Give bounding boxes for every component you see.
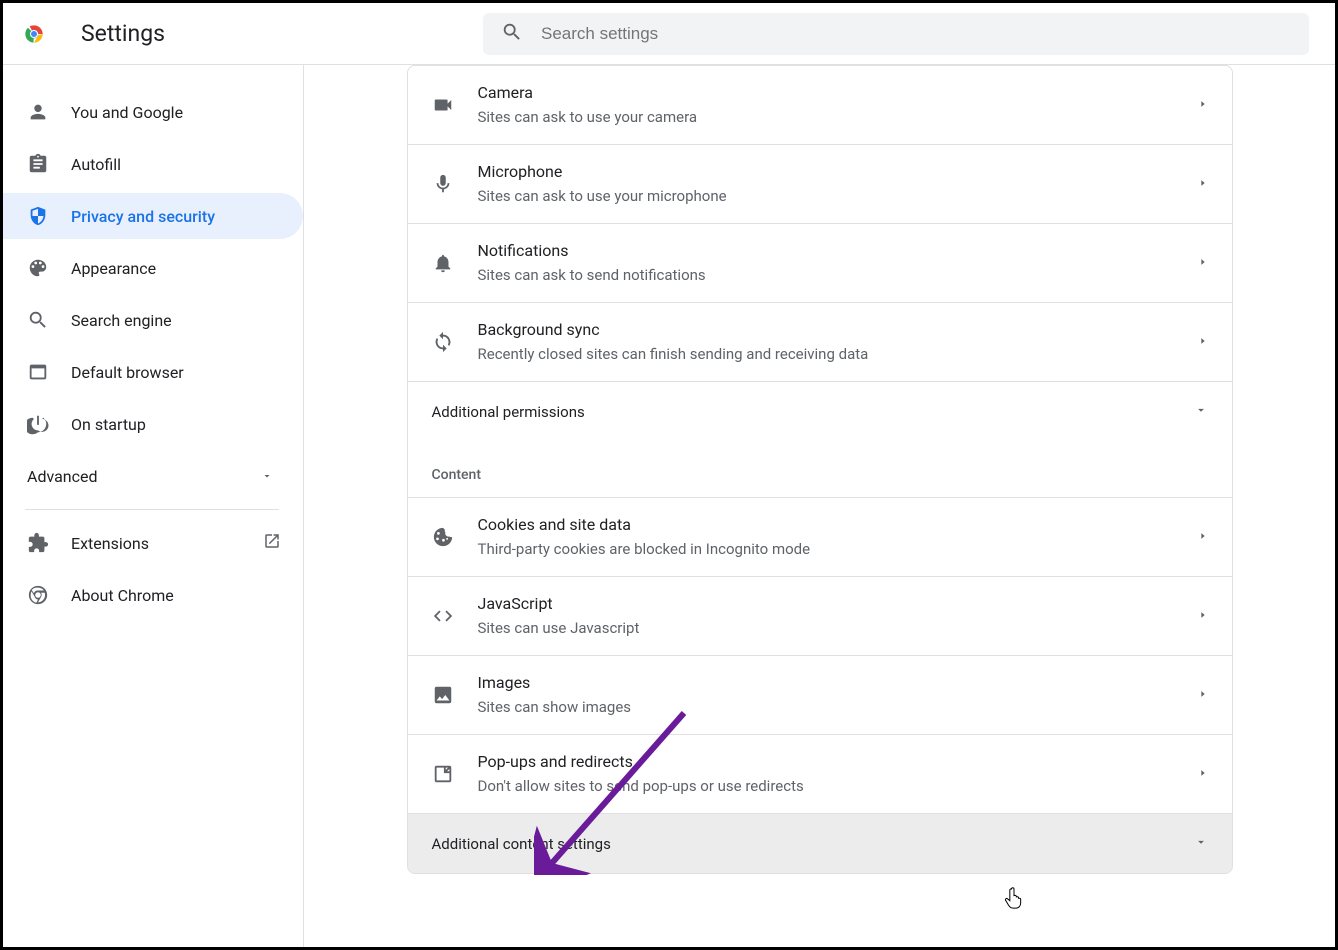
sidebar-item-appearance[interactable]: Appearance [3, 245, 303, 291]
setting-row-subtitle: Sites can ask to send notifications [478, 264, 1198, 286]
sidebar-item-label: On startup [71, 415, 146, 434]
window-icon [27, 361, 49, 383]
setting-row-title: Pop-ups and redirects [478, 751, 1198, 773]
setting-row-javascript[interactable]: JavaScript Sites can use Javascript [408, 576, 1232, 655]
sidebar-item-on-startup[interactable]: On startup [3, 401, 303, 447]
additional-content-settings-toggle[interactable]: Additional content settings [408, 813, 1232, 873]
chevron-down-icon [1194, 834, 1208, 853]
setting-row-subtitle: Don't allow sites to send pop-ups or use… [478, 775, 1198, 797]
sidebar-item-about-chrome[interactable]: About Chrome [3, 572, 303, 618]
setting-row-microphone[interactable]: Microphone Sites can ask to use your mic… [408, 144, 1232, 223]
image-icon [432, 684, 454, 706]
content-section-header: Content [408, 441, 1232, 497]
sidebar-item-label: Privacy and security [71, 207, 215, 226]
setting-row-cookies[interactable]: Cookies and site data Third-party cookie… [408, 497, 1232, 576]
setting-row-title: Microphone [478, 161, 1198, 183]
setting-row-subtitle: Third-party cookies are blocked in Incog… [478, 538, 1198, 560]
divider [25, 509, 279, 510]
sidebar-advanced-label: Advanced [27, 467, 98, 486]
chevron-down-icon [1194, 402, 1208, 421]
setting-row-subtitle: Sites can ask to use your camera [478, 106, 1198, 128]
additional-permissions-toggle[interactable]: Additional permissions [408, 381, 1232, 441]
additional-permissions-label: Additional permissions [432, 403, 1194, 421]
cookie-icon [432, 526, 454, 548]
setting-row-title: JavaScript [478, 593, 1198, 615]
person-icon [27, 101, 49, 123]
setting-row-popups[interactable]: Pop-ups and redirects Don't allow sites … [408, 734, 1232, 813]
chevron-right-icon [1198, 175, 1208, 194]
sidebar-item-you-and-google[interactable]: You and Google [3, 89, 303, 135]
bell-icon [432, 252, 454, 274]
chevron-right-icon [1198, 686, 1208, 705]
setting-row-background-sync[interactable]: Background sync Recently closed sites ca… [408, 302, 1232, 381]
popup-icon [432, 763, 454, 785]
setting-row-images[interactable]: Images Sites can show images [408, 655, 1232, 734]
chrome-outline-icon [27, 584, 49, 606]
setting-row-title: Camera [478, 82, 1198, 104]
clipboard-icon [27, 153, 49, 175]
additional-content-settings-label: Additional content settings [432, 835, 1194, 853]
code-icon [432, 605, 454, 627]
chevron-right-icon [1198, 528, 1208, 547]
setting-row-title: Images [478, 672, 1198, 694]
sidebar-item-label: Autofill [71, 155, 121, 174]
setting-row-camera[interactable]: Camera Sites can ask to use your camera [408, 66, 1232, 144]
mic-icon [432, 173, 454, 195]
page-title: Settings [81, 20, 165, 47]
setting-row-subtitle: Sites can use Javascript [478, 617, 1198, 639]
chevron-right-icon [1198, 607, 1208, 626]
sidebar-item-label: You and Google [71, 103, 183, 122]
open-in-new-icon [263, 532, 281, 554]
chrome-logo-icon [21, 21, 47, 47]
sidebar-advanced-toggle[interactable]: Advanced [3, 453, 303, 499]
sidebar-item-label: Extensions [71, 534, 149, 553]
setting-row-title: Notifications [478, 240, 1198, 262]
sync-icon [432, 331, 454, 353]
main-panel: Camera Sites can ask to use your camera … [303, 65, 1335, 947]
setting-row-subtitle: Sites can ask to use your microphone [478, 185, 1198, 207]
palette-icon [27, 257, 49, 279]
chevron-right-icon [1198, 96, 1208, 115]
search-input[interactable] [541, 24, 1241, 44]
sidebar-item-extensions[interactable]: Extensions [3, 520, 303, 566]
cursor-hand-icon [1004, 887, 1024, 916]
setting-row-title: Cookies and site data [478, 514, 1198, 536]
shield-icon [27, 205, 49, 227]
sidebar-item-default-browser[interactable]: Default browser [3, 349, 303, 395]
sidebar-item-label: Default browser [71, 363, 184, 382]
power-icon [27, 413, 49, 435]
extension-icon [27, 532, 49, 554]
sidebar-item-autofill[interactable]: Autofill [3, 141, 303, 187]
sidebar-item-label: About Chrome [71, 586, 174, 605]
setting-row-subtitle: Recently closed sites can finish sending… [478, 343, 1198, 365]
settings-card: Camera Sites can ask to use your camera … [407, 65, 1233, 874]
setting-row-subtitle: Sites can show images [478, 696, 1198, 718]
caret-down-icon [261, 467, 273, 486]
camera-icon [432, 94, 454, 116]
search-icon [27, 309, 49, 331]
search-bar[interactable] [483, 13, 1309, 55]
setting-row-title: Background sync [478, 319, 1198, 341]
sidebar: You and Google Autofill Privacy and secu… [3, 65, 303, 947]
setting-row-notifications[interactable]: Notifications Sites can ask to send noti… [408, 223, 1232, 302]
sidebar-item-privacy-and-security[interactable]: Privacy and security [3, 193, 303, 239]
sidebar-item-label: Search engine [71, 311, 172, 330]
chevron-right-icon [1198, 254, 1208, 273]
chevron-right-icon [1198, 765, 1208, 784]
sidebar-item-search-engine[interactable]: Search engine [3, 297, 303, 343]
sidebar-item-label: Appearance [71, 259, 156, 278]
chevron-right-icon [1198, 333, 1208, 352]
search-icon [501, 21, 523, 47]
header: Settings [3, 3, 1335, 65]
